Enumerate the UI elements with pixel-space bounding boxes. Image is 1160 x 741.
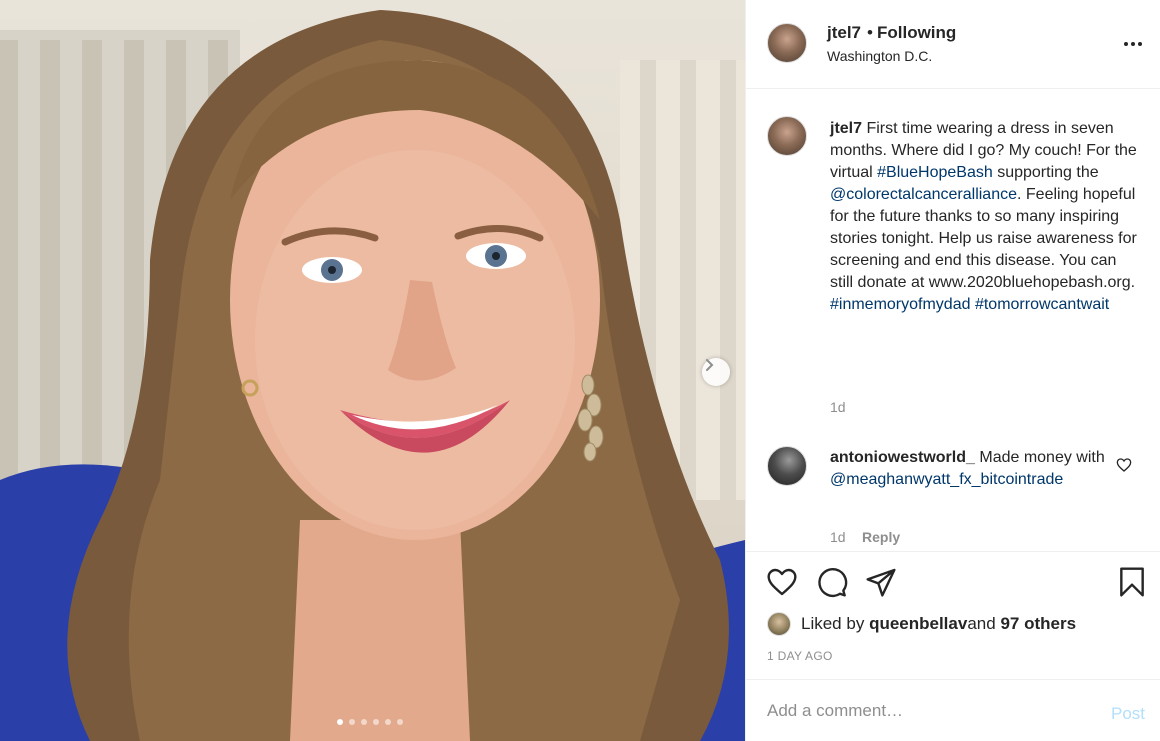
post-photo[interactable] [0, 0, 745, 741]
hashtag-link[interactable]: #tomorrowcantwait [975, 296, 1109, 313]
like-button[interactable] [766, 566, 798, 598]
more-options-icon [1124, 42, 1142, 46]
paper-plane-icon [866, 568, 896, 597]
liker-username[interactable]: queenbellav [869, 614, 967, 634]
caption-timestamp[interactable]: 1d [830, 399, 846, 415]
comment-button[interactable] [816, 566, 848, 598]
post-caption: jtel7 First time wearing a dress in seve… [830, 118, 1142, 316]
following-button[interactable]: Following [877, 23, 956, 42]
like-comment-button[interactable] [1116, 457, 1132, 473]
carousel-dot [349, 719, 355, 725]
selfie-image [0, 10, 745, 741]
carousel-dot [385, 719, 391, 725]
heart-icon [1116, 458, 1132, 472]
username-link[interactable]: jtel7 [827, 23, 861, 42]
location-link[interactable]: Washington D.C. [827, 48, 932, 64]
carousel-dot [337, 719, 343, 725]
avatar[interactable] [767, 612, 791, 636]
more-options-button[interactable] [1121, 32, 1145, 56]
share-button[interactable] [865, 566, 897, 598]
carousel-dot [397, 719, 403, 725]
hashtag-link[interactable]: #inmemoryofmydad [830, 296, 971, 313]
caption-text: supporting the [992, 164, 1099, 181]
avatar[interactable] [767, 446, 807, 486]
post-header: jtel7 • Following Washington D.C. [746, 0, 1160, 89]
hashtag-link[interactable]: #BlueHopeBash [877, 164, 993, 181]
heart-icon [767, 568, 797, 596]
avatar[interactable] [767, 116, 807, 156]
comment-item: antoniowestworld_ Made money with @meagh… [830, 447, 1110, 491]
carousel-next-button[interactable] [702, 358, 730, 386]
chevron-right-icon [706, 359, 714, 371]
carousel-dot [373, 719, 379, 725]
likes-middle: and [967, 614, 996, 633]
comment-bubble-icon [818, 568, 848, 598]
post-date[interactable]: 1 DAY AGO [767, 649, 833, 663]
header-user-line: jtel7 • Following [827, 23, 956, 43]
carousel-dot [361, 719, 367, 725]
post-comment-button[interactable]: Post [1111, 704, 1145, 724]
carousel-indicator [337, 719, 403, 725]
bookmark-icon [1120, 567, 1144, 597]
likes-others-link[interactable]: 97 others [1000, 614, 1076, 634]
save-button[interactable] [1116, 566, 1148, 598]
post-actions: Liked by queenbellav and 97 others 1 DAY… [746, 551, 1160, 741]
reply-button[interactable]: Reply [862, 529, 900, 545]
post-side-panel: jtel7 • Following Washington D.C. jtel7 Fi… [745, 0, 1160, 741]
likes-prefix: Liked by [801, 614, 865, 633]
likes-summary: Liked by queenbellav and 97 others [767, 612, 1076, 636]
mention-link[interactable]: @colorectalcanceralliance [830, 186, 1017, 203]
add-comment-bar: Post [746, 679, 1160, 741]
comment-input[interactable] [767, 696, 1087, 726]
avatar[interactable] [767, 23, 807, 63]
mention-link[interactable]: @meaghanwyatt_fx_bitcointrade [830, 471, 1063, 488]
separator-dot: • [867, 23, 873, 42]
comment-username[interactable]: antoniowestworld_ [830, 449, 975, 466]
caption-username[interactable]: jtel7 [830, 120, 862, 137]
comment-timestamp[interactable]: 1d [830, 529, 846, 545]
comment-text: Made money with [979, 449, 1105, 466]
